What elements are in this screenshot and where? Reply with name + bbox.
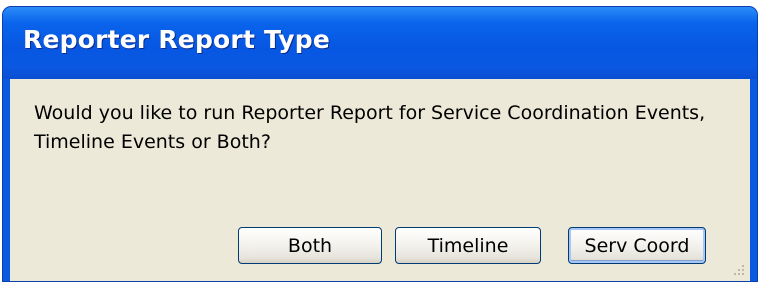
title-bar[interactable]: Reporter Report Type xyxy=(3,7,757,79)
dialog-body: Would you like to run Reporter Report fo… xyxy=(10,79,750,281)
timeline-button[interactable]: Timeline xyxy=(395,227,541,264)
reporter-report-type-dialog: Reporter Report Type Would you like to r… xyxy=(2,6,758,282)
both-button[interactable]: Both xyxy=(238,227,382,264)
resize-grip-icon[interactable] xyxy=(730,261,744,275)
dialog-title: Reporter Report Type xyxy=(23,25,331,54)
serv-coord-button[interactable]: Serv Coord xyxy=(568,227,706,264)
dialog-message: Would you like to run Reporter Report fo… xyxy=(34,102,706,153)
